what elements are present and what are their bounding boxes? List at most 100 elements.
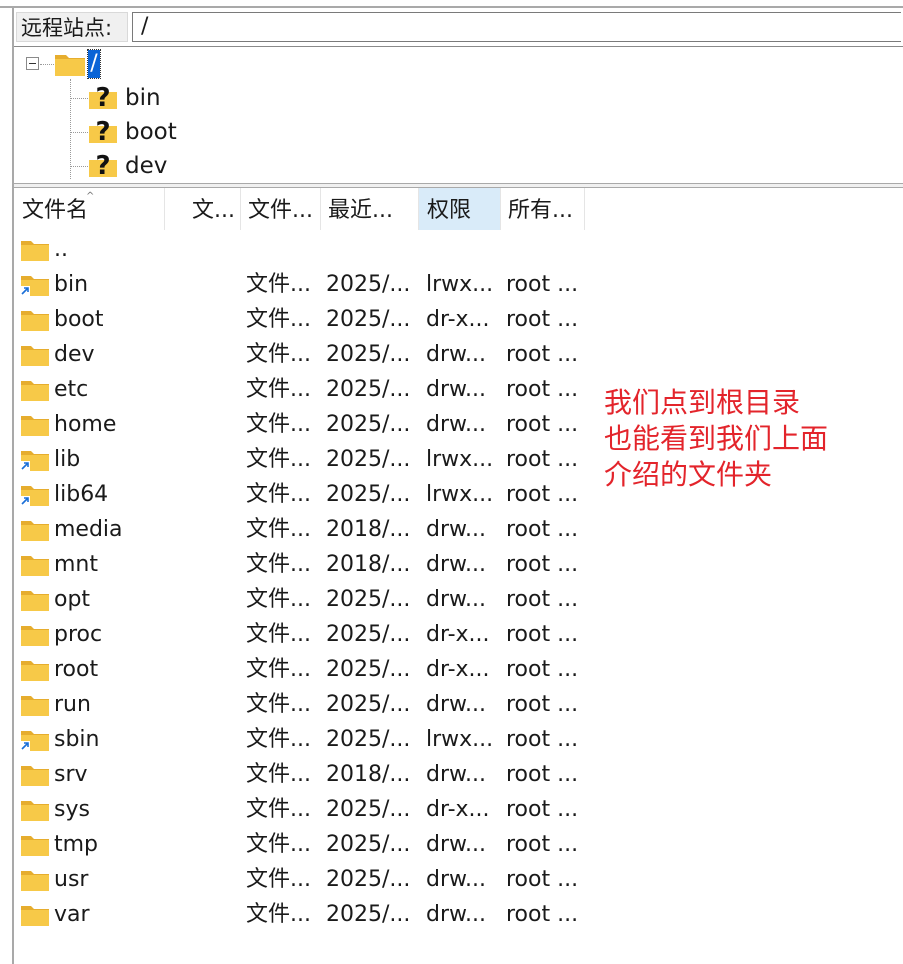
folder-icon bbox=[21, 591, 49, 611]
file-permissions-cell: lrwx... bbox=[426, 482, 494, 507]
folder-link-icon bbox=[20, 451, 49, 471]
file-name-cell: opt bbox=[54, 587, 91, 612]
tree-connector bbox=[70, 79, 71, 179]
file-permissions-cell: drw... bbox=[426, 832, 486, 857]
file-type-cell: 文件... bbox=[246, 272, 311, 297]
file-row[interactable]: root 文件... 2025/... dr-x... root ... bbox=[14, 652, 614, 687]
file-type-cell: 文件... bbox=[246, 797, 311, 822]
file-row[interactable]: media 文件... 2018/... drw... root ... bbox=[14, 512, 614, 547]
svg-text:?: ? bbox=[95, 152, 110, 178]
annotation-line: 介绍的文件夹 bbox=[604, 458, 773, 491]
tree-connector bbox=[70, 166, 88, 167]
file-row[interactable]: etc 文件... 2025/... drw... root ... bbox=[14, 372, 614, 407]
file-type-cell: 文件... bbox=[246, 307, 311, 332]
file-name-cell: lib bbox=[54, 447, 81, 472]
file-permissions-cell: dr-x... bbox=[426, 657, 490, 682]
folder-icon bbox=[21, 381, 49, 401]
column-header-permissions[interactable]: 权限 bbox=[419, 188, 500, 230]
file-permissions-cell: drw... bbox=[426, 587, 486, 612]
file-owner-cell: root ... bbox=[506, 307, 579, 332]
file-permissions-cell: drw... bbox=[426, 517, 486, 542]
file-modified-cell: 2025/... bbox=[326, 902, 411, 927]
file-type-cell: 文件... bbox=[246, 867, 311, 892]
file-name-cell: dev bbox=[54, 342, 95, 367]
file-name-cell: run bbox=[54, 692, 91, 717]
file-owner-cell: root ... bbox=[506, 342, 579, 367]
file-name-cell: etc bbox=[54, 377, 89, 402]
folder-icon bbox=[21, 241, 49, 261]
file-modified-cell: 2025/... bbox=[326, 797, 411, 822]
collapse-toggle-icon[interactable] bbox=[26, 57, 39, 70]
file-modified-cell: 2025/... bbox=[326, 587, 411, 612]
file-row[interactable]: mnt 文件... 2018/... drw... root ... bbox=[14, 547, 614, 582]
file-row[interactable]: dev 文件... 2025/... drw... root ... bbox=[14, 337, 614, 372]
remote-path-input[interactable]: / bbox=[132, 12, 901, 42]
column-header-modified[interactable]: 最近... bbox=[320, 188, 418, 230]
file-owner-cell: root ... bbox=[506, 412, 579, 437]
file-name-cell: boot bbox=[54, 307, 104, 332]
tree-root-node[interactable]: / bbox=[87, 49, 101, 79]
file-owner-cell: root ... bbox=[506, 797, 579, 822]
file-type-cell: 文件... bbox=[246, 657, 311, 682]
file-row[interactable]: sys 文件... 2025/... dr-x... root ... bbox=[14, 792, 614, 827]
file-modified-cell: 2025/... bbox=[326, 867, 411, 892]
file-permissions-cell: dr-x... bbox=[426, 797, 490, 822]
file-row[interactable]: sbin 文件... 2025/... lrwx... root ... bbox=[14, 722, 614, 757]
tree-item-label: dev bbox=[125, 153, 168, 179]
file-owner-cell: root ... bbox=[506, 762, 579, 787]
column-header-filename[interactable]: 文件名 ^ bbox=[14, 188, 164, 230]
unknown-folder-icon: ? bbox=[89, 118, 117, 144]
column-header-owner[interactable]: 所有... bbox=[500, 188, 584, 230]
file-type-cell: 文件... bbox=[246, 412, 311, 437]
file-row[interactable]: var 文件... 2025/... drw... root ... bbox=[14, 897, 614, 932]
folder-link-icon bbox=[20, 731, 49, 751]
file-name-cell: home bbox=[54, 412, 117, 437]
file-name-cell: sys bbox=[54, 797, 90, 822]
column-header-type[interactable]: 文件... bbox=[240, 188, 320, 230]
annotation-line: 我们点到根目录 bbox=[604, 386, 801, 419]
file-modified-cell: 2018/... bbox=[326, 552, 411, 577]
column-divider[interactable] bbox=[584, 188, 585, 230]
file-modified-cell: 2025/... bbox=[326, 307, 411, 332]
file-owner-cell: root ... bbox=[506, 902, 579, 927]
file-row[interactable]: home 文件... 2025/... drw... root ... bbox=[14, 407, 614, 442]
svg-text:?: ? bbox=[95, 84, 110, 110]
column-header-size[interactable]: 文... bbox=[184, 188, 240, 230]
file-type-cell: 文件... bbox=[246, 482, 311, 507]
file-name-cell: .. bbox=[54, 237, 68, 262]
file-modified-cell: 2025/... bbox=[326, 272, 411, 297]
unknown-folder-icon: ? bbox=[89, 84, 117, 110]
file-row[interactable]: run 文件... 2025/... drw... root ... bbox=[14, 687, 614, 722]
folder-icon bbox=[21, 661, 49, 681]
file-row[interactable]: tmp 文件... 2025/... drw... root ... bbox=[14, 827, 614, 862]
file-row[interactable]: bin 文件... 2025/... lrwx... root ... bbox=[14, 267, 614, 302]
file-permissions-cell: drw... bbox=[426, 902, 486, 927]
file-modified-cell: 2018/... bbox=[326, 762, 411, 787]
file-type-cell: 文件... bbox=[246, 762, 311, 787]
column-divider[interactable] bbox=[164, 188, 165, 230]
folder-icon bbox=[21, 801, 49, 821]
folder-icon bbox=[21, 906, 49, 926]
file-row[interactable]: proc 文件... 2025/... dr-x... root ... bbox=[14, 617, 614, 652]
file-row[interactable]: .. bbox=[14, 232, 614, 267]
file-row[interactable]: lib64 文件... 2025/... lrwx... root ... bbox=[14, 477, 614, 512]
file-row[interactable]: srv 文件... 2018/... drw... root ... bbox=[14, 757, 614, 792]
file-row[interactable]: lib 文件... 2025/... lrwx... root ... bbox=[14, 442, 614, 477]
file-owner-cell: root ... bbox=[506, 587, 579, 612]
folder-icon bbox=[55, 55, 85, 76]
svg-text:?: ? bbox=[95, 118, 110, 144]
file-permissions-cell: lrwx... bbox=[426, 727, 494, 752]
folder-icon bbox=[21, 346, 49, 366]
folder-icon bbox=[21, 696, 49, 716]
file-type-cell: 文件... bbox=[246, 902, 311, 927]
file-row[interactable]: opt 文件... 2025/... drw... root ... bbox=[14, 582, 614, 617]
file-modified-cell: 2025/... bbox=[326, 692, 411, 717]
file-owner-cell: root ... bbox=[506, 482, 579, 507]
folder-icon bbox=[21, 836, 49, 856]
file-name-cell: usr bbox=[54, 867, 89, 892]
file-owner-cell: root ... bbox=[506, 552, 579, 577]
file-name-cell: var bbox=[54, 902, 90, 927]
file-row[interactable]: boot 文件... 2025/... dr-x... root ... bbox=[14, 302, 614, 337]
file-row[interactable]: usr 文件... 2025/... drw... root ... bbox=[14, 862, 614, 897]
file-name-cell: mnt bbox=[54, 552, 98, 577]
